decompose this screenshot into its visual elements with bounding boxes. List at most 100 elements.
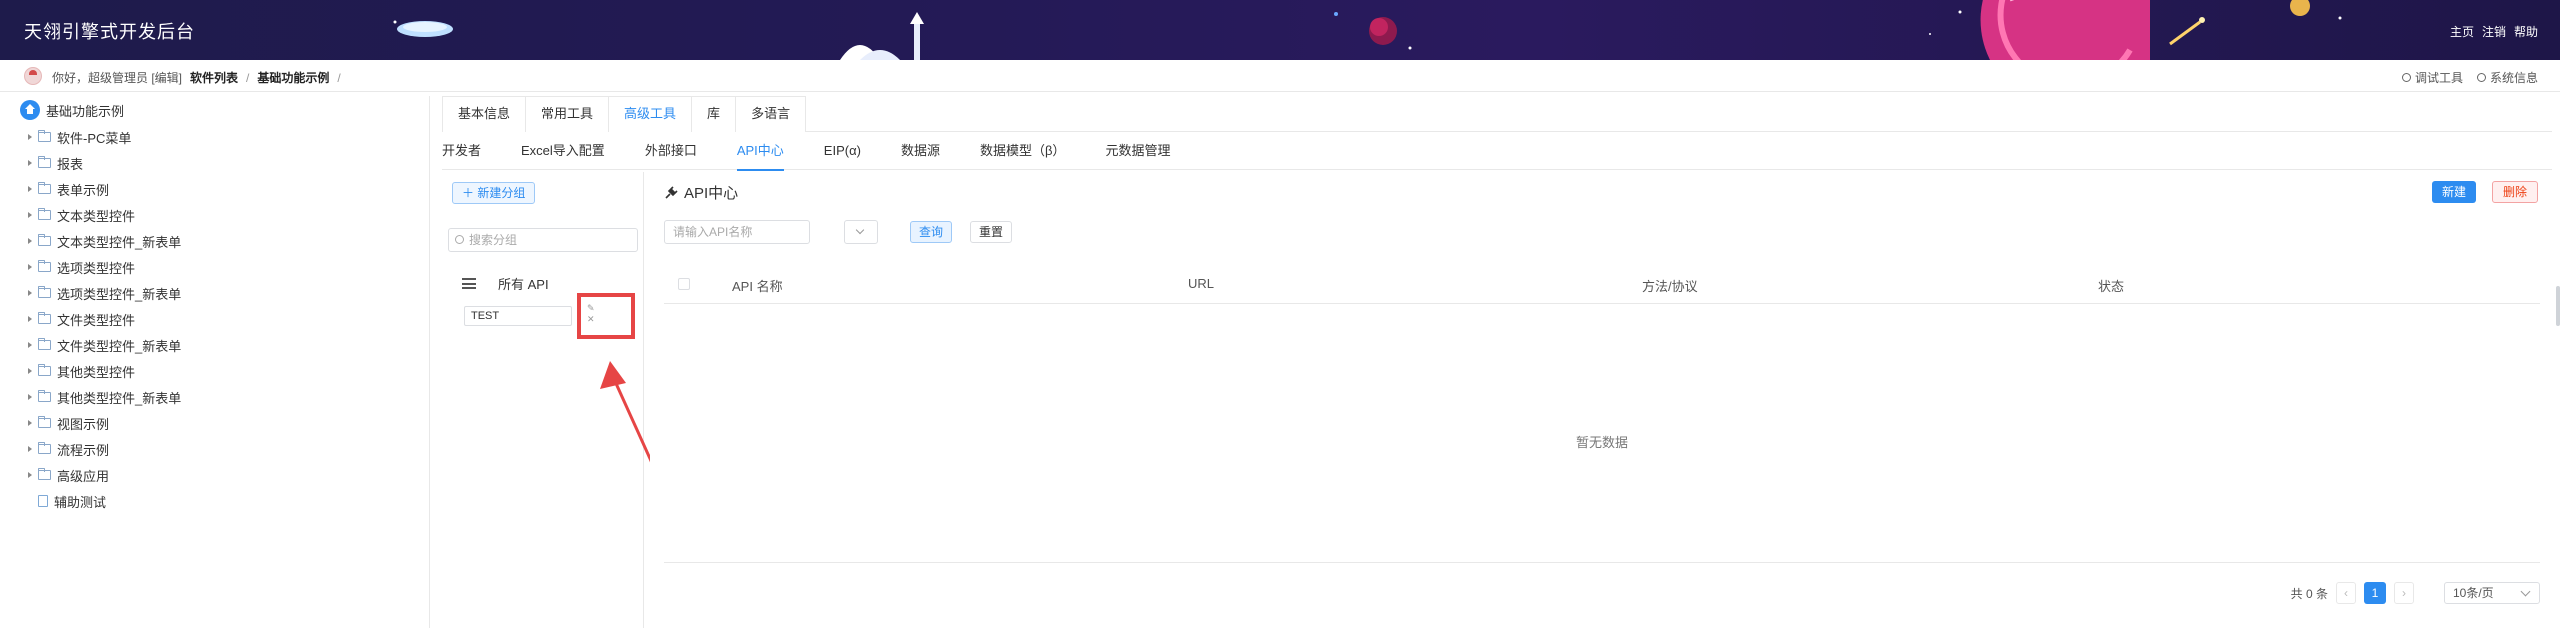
menu-icon	[462, 278, 476, 289]
caret-right-icon[interactable]	[28, 472, 32, 478]
prev-page-button[interactable]: ‹	[2336, 582, 2356, 604]
tab-developer[interactable]: 开发者	[442, 134, 481, 170]
caret-right-icon[interactable]	[28, 368, 32, 374]
breadcrumb-bar: 你好，超级管理员 [编辑] 软件列表 / 基础功能示例 / 调试工具 系统信息	[0, 60, 2560, 92]
tab-external-interface[interactable]: 外部接口	[645, 134, 697, 170]
tree-item[interactable]: 软件-PC菜单	[28, 126, 131, 148]
tab-advanced-tools[interactable]: 高级工具	[608, 96, 693, 132]
crumb-basic-demo[interactable]: 基础功能示例	[257, 69, 329, 86]
system-info-link[interactable]: 系统信息	[2476, 69, 2538, 86]
tree-item[interactable]: 文件类型控件	[28, 308, 135, 330]
tab-api-center[interactable]: API中心	[736, 134, 784, 171]
page-scrollbar[interactable]	[2556, 286, 2560, 326]
tab-metadata[interactable]: 元数据管理	[1105, 134, 1170, 170]
tab-library[interactable]: 库	[691, 96, 737, 132]
user-greeting[interactable]: 你好，超级管理员 [编辑]	[52, 69, 182, 86]
new-group-button[interactable]: ＋ 新建分组	[452, 182, 536, 204]
file-icon	[38, 495, 48, 507]
tree-item-label: 文件类型控件	[57, 312, 136, 328]
reset-button[interactable]: 重置	[970, 221, 1013, 243]
tab-basic-info[interactable]: 基本信息	[442, 96, 527, 132]
caret-right-icon[interactable]	[28, 420, 32, 426]
tab-data-source[interactable]: 数据源	[901, 134, 940, 170]
breadcrumb: 你好，超级管理员 [编辑] 软件列表 / 基础功能示例 /	[52, 69, 341, 86]
api-filter-select[interactable]	[844, 220, 878, 244]
tree-item-label: 文件类型控件_新表单	[57, 338, 182, 354]
folder-icon	[38, 312, 51, 324]
caret-right-icon[interactable]	[28, 264, 32, 270]
group-search-placeholder: 搜索分组	[469, 233, 518, 247]
caret-right-icon[interactable]	[28, 160, 32, 166]
delete-button[interactable]: 删除	[2492, 181, 2539, 203]
caret-right-icon[interactable]	[28, 342, 32, 348]
debug-tool-label: 调试工具	[2414, 71, 2463, 85]
tree-item-label: 其他类型控件_新表单	[57, 390, 182, 406]
all-api-row[interactable]: 所有 API	[462, 274, 549, 293]
caret-right-icon[interactable]	[28, 212, 32, 218]
caret-right-icon[interactable]	[28, 446, 32, 452]
tree-item-label: 选项类型控件_新表单	[57, 286, 182, 302]
tree-item[interactable]: 高级应用	[28, 464, 109, 486]
folder-icon	[38, 286, 51, 298]
tree-item[interactable]: 其他类型控件_新表单	[28, 386, 181, 408]
group-search-input[interactable]: 搜索分组	[448, 228, 638, 252]
user-avatar-icon	[24, 67, 42, 85]
column-method[interactable]: 方法/协议	[1642, 276, 1698, 295]
tree-item[interactable]: 报表	[28, 152, 83, 174]
caret-right-icon[interactable]	[28, 316, 32, 322]
select-all-checkbox[interactable]	[678, 278, 690, 290]
debug-icon	[2401, 73, 2411, 82]
current-page-button[interactable]: 1	[2364, 582, 2386, 604]
tab-eip[interactable]: EIP(α)	[824, 134, 861, 170]
chevron-down-icon	[855, 225, 865, 235]
folder-icon	[38, 416, 51, 428]
column-api-name[interactable]: API 名称	[732, 276, 783, 295]
crumb-separator: /	[337, 70, 341, 85]
tree-root[interactable]: 基础功能示例	[20, 100, 124, 120]
tree-item[interactable]: 视图示例	[28, 412, 109, 434]
api-name-search-input[interactable]: 请输入API名称	[664, 220, 810, 244]
tree-item[interactable]: 表单示例	[28, 178, 109, 200]
tree-item[interactable]: 文本类型控件_新表单	[28, 230, 181, 252]
column-status[interactable]: 状态	[2098, 276, 2124, 295]
tree-item[interactable]: 其他类型控件	[28, 360, 135, 382]
caret-right-icon[interactable]	[28, 186, 32, 192]
folder-icon	[38, 338, 51, 350]
nav-home-link[interactable]: 主页	[2450, 23, 2474, 40]
debug-tool-link[interactable]: 调试工具	[2401, 69, 2463, 86]
app-header: 天翎引擎式开发后台 主页 注销 帮助	[0, 0, 2560, 60]
column-url[interactable]: URL	[1188, 276, 1214, 291]
all-api-label: 所有 API	[498, 277, 549, 292]
tree-item[interactable]: 选项类型控件	[28, 256, 135, 278]
tree-item[interactable]: 文件类型控件_新表单	[28, 334, 181, 356]
tab-multilanguage[interactable]: 多语言	[735, 96, 807, 132]
tab-data-model[interactable]: 数据模型（β）	[980, 134, 1065, 170]
next-page-button[interactable]: ›	[2394, 582, 2414, 604]
tree-item-label: 文本类型控件	[57, 208, 136, 224]
query-button[interactable]: 查询	[910, 221, 953, 243]
group-item-test[interactable]: TEST	[464, 306, 572, 326]
tree-item[interactable]: 流程示例	[28, 438, 109, 460]
tree-item[interactable]: 选项类型控件_新表单	[28, 282, 181, 304]
space-decoration	[393, 0, 2342, 60]
caret-right-icon[interactable]	[28, 238, 32, 244]
folder-icon	[38, 260, 51, 272]
caret-right-icon[interactable]	[28, 290, 32, 296]
create-button[interactable]: 新建	[2432, 181, 2477, 203]
caret-right-icon[interactable]	[28, 394, 32, 400]
caret-right-icon[interactable]	[28, 134, 32, 140]
tree-item-label: 视图示例	[57, 416, 110, 432]
tab-excel-import[interactable]: Excel导入配置	[521, 134, 605, 170]
tree-item[interactable]: 辅助测试	[28, 490, 106, 512]
crumb-software-list[interactable]: 软件列表	[190, 69, 238, 86]
secondary-tabs: 开发者 Excel导入配置 外部接口 API中心 EIP(α) 数据源 数据模型…	[442, 134, 2552, 171]
folder-icon	[38, 364, 51, 376]
tab-common-tools[interactable]: 常用工具	[525, 96, 610, 132]
tree-item-label: 文本类型控件_新表单	[57, 234, 182, 250]
nav-logout-link[interactable]: 注销	[2482, 23, 2506, 40]
nav-help-link[interactable]: 帮助	[2514, 23, 2538, 40]
page-size-select[interactable]: 10条/页	[2444, 582, 2540, 604]
folder-icon	[38, 156, 51, 168]
tree-item[interactable]: 文本类型控件	[28, 204, 135, 226]
folder-icon	[38, 468, 51, 480]
